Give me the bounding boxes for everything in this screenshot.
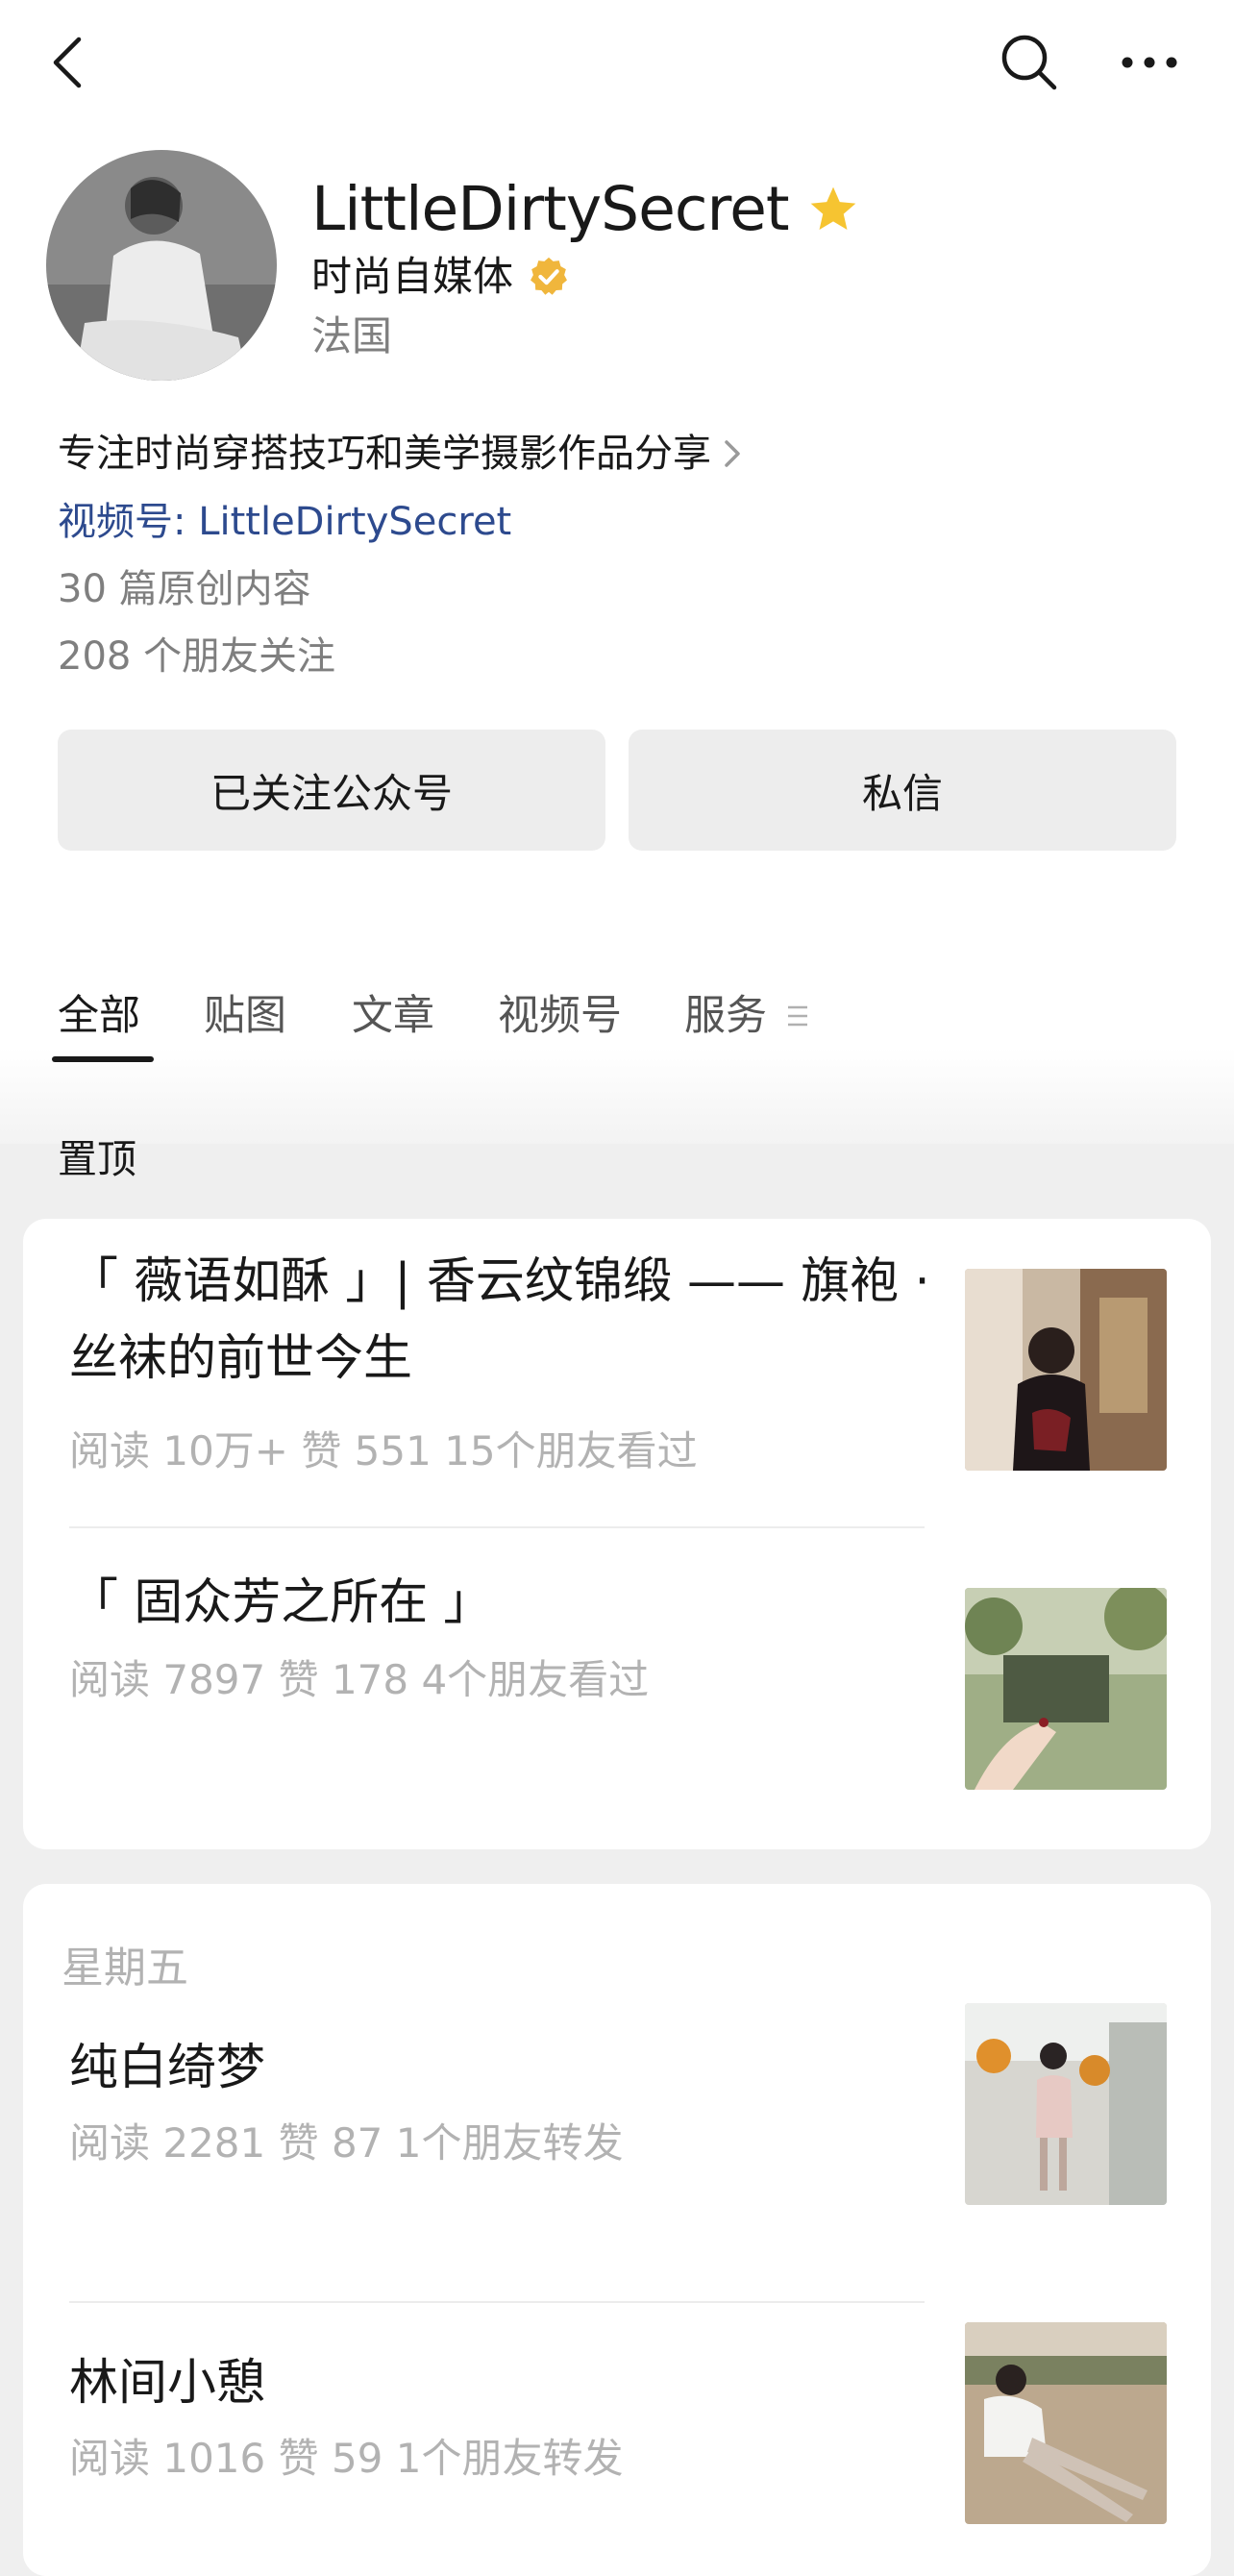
article-thumbnail — [965, 2003, 1167, 2205]
article-thumbnail — [965, 1588, 1167, 1790]
message-button[interactable]: 私信 — [629, 730, 1176, 851]
bio-row[interactable]: 专注时尚穿搭技巧和美学摄影作品分享 — [58, 425, 744, 483]
article-meta: 阅读 7897 赞 178 4个朋友看过 — [69, 1656, 650, 1703]
channel-link[interactable]: 视频号: LittleDirtySecret — [58, 493, 511, 551]
more-icon — [1122, 57, 1177, 68]
list-item[interactable]: 「 薇语如酥 」| 香云纹锦缎 —— 旗袍 · 丝袜的前世今生 阅读 10万+ … — [23, 1219, 1211, 1526]
tab-services[interactable]: 服务 — [684, 986, 809, 1046]
account-name-row: LittleDirtySecret — [311, 171, 860, 248]
follow-button[interactable]: 已关注公众号 — [58, 730, 605, 851]
pinned-section-title: 置顶 — [58, 1136, 136, 1182]
article-title: 林间小憩 — [69, 2355, 266, 2412]
tab-all[interactable]: 全部 — [58, 986, 140, 1046]
feed-card: 星期五 纯白绮梦 阅读 2281 赞 87 1个朋友转发 林间小憩 阅读 101… — [23, 1884, 1211, 2576]
verified-badge-icon — [531, 257, 567, 295]
more-button[interactable] — [1115, 29, 1184, 96]
active-tab-indicator — [52, 1056, 154, 1062]
friends-follow-count[interactable]: 208 个朋友关注 — [58, 628, 335, 685]
tab-articles[interactable]: 文章 — [352, 986, 434, 1046]
back-button[interactable] — [38, 29, 96, 96]
list-item[interactable]: 「 固众芳之所在 」 阅读 7897 赞 178 4个朋友看过 — [23, 1528, 1211, 1849]
account-category: 时尚自媒体 — [311, 253, 514, 300]
back-arrow-icon — [53, 37, 82, 88]
pinned-card: 「 薇语如酥 」| 香云纹锦缎 —— 旗袍 · 丝袜的前世今生 阅读 10万+ … — [23, 1219, 1211, 1849]
article-title: 纯白绮梦 — [69, 2040, 266, 2096]
tab-channels[interactable]: 视频号 — [498, 986, 622, 1046]
account-name: LittleDirtySecret — [311, 174, 790, 244]
chevron-right-icon — [725, 440, 740, 467]
search-icon — [1001, 35, 1057, 90]
category-row: 时尚自媒体 — [311, 248, 571, 306]
avatar[interactable] — [46, 150, 277, 381]
list-item[interactable]: 纯白绮梦 阅读 2281 赞 87 1个朋友转发 — [23, 1990, 1211, 2261]
article-thumbnail — [965, 2322, 1167, 2524]
article-title: 「 薇语如酥 」| 香云纹锦缎 —— 旗袍 · 丝袜的前世今生 — [69, 1253, 930, 1387]
account-bio: 专注时尚穿搭技巧和美学摄影作品分享 — [58, 432, 711, 476]
article-meta: 阅读 1016 赞 59 1个朋友转发 — [69, 2435, 624, 2482]
tab-services-label: 服务 — [684, 992, 767, 1040]
search-button[interactable] — [996, 29, 1063, 96]
star-icon — [810, 186, 855, 230]
feed-day-label: 星期五 — [62, 1944, 188, 1993]
tab-posts[interactable]: 贴图 — [204, 986, 286, 1046]
account-region: 法国 — [311, 312, 393, 359]
menu-icon — [788, 1005, 807, 1027]
article-thumbnail — [965, 1269, 1167, 1471]
article-meta: 阅读 2281 赞 87 1个朋友转发 — [69, 2119, 624, 2167]
article-title: 「 固众芳之所在 」 — [69, 1574, 493, 1631]
article-meta: 阅读 10万+ 赞 551 15个朋友看过 — [69, 1427, 698, 1474]
original-count: 30 篇原创内容 — [58, 567, 311, 611]
list-item[interactable]: 林间小憩 阅读 1016 赞 59 1个朋友转发 — [23, 2303, 1211, 2576]
